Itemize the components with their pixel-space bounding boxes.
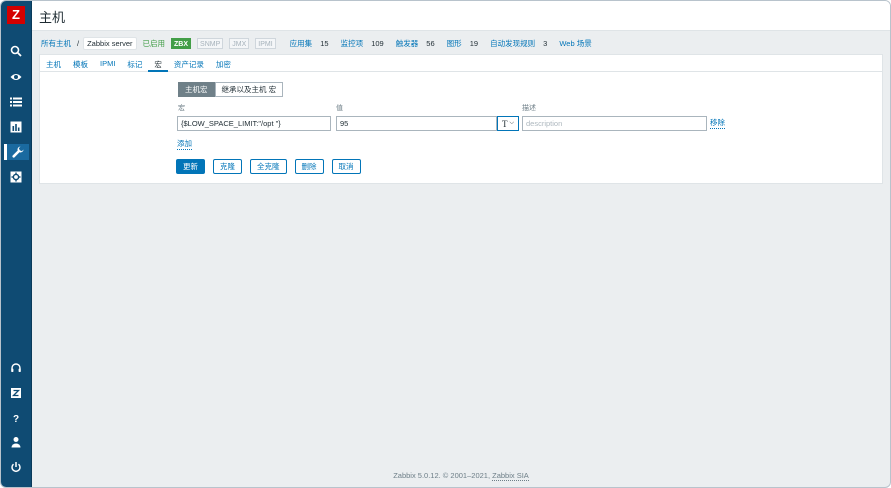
clone-button[interactable]: 克隆 <box>213 159 242 174</box>
headset-icon[interactable] <box>8 360 24 376</box>
snmp-badge: SNMP <box>197 38 224 49</box>
page-title: 主机 <box>39 10 66 25</box>
remove-macro-link[interactable]: 移除 <box>710 118 725 129</box>
full-clone-button[interactable]: 全克隆 <box>250 159 287 174</box>
zabbix-icon[interactable] <box>8 385 24 401</box>
add-macro-link[interactable]: 添加 <box>177 139 192 150</box>
gear-icon[interactable] <box>8 169 24 185</box>
zabbix-logo[interactable]: Z <box>7 6 25 24</box>
ipmi-badge: IPMI <box>255 38 276 49</box>
svg-text:?: ? <box>13 414 19 424</box>
macro-mode-toggle: 主机宏 继承以及主机 宏 <box>178 82 284 97</box>
macro-description-input[interactable]: description <box>522 116 707 131</box>
user-icon[interactable] <box>8 434 24 450</box>
zbx-badge: ZBX <box>171 38 192 49</box>
footer: Zabbix 5.0.12. © 2001–2021, Zabbix SIA <box>32 471 890 481</box>
chart-icon[interactable] <box>8 119 24 135</box>
nav-discovery-rules[interactable]: 自动发现规则 3 <box>490 38 553 49</box>
macro-column-label: 宏 <box>178 105 185 112</box>
breadcrumb-all-hosts[interactable]: 所有主机 <box>41 38 71 49</box>
macro-value-input[interactable]: 95 <box>336 116 497 131</box>
delete-button[interactable]: 删除 <box>294 159 324 174</box>
app-window: Z ? 主机 所有主机 / Zabbix server 已启用 ZBX SNMP… <box>0 0 891 488</box>
search-icon[interactable] <box>8 43 24 59</box>
tab-encryption[interactable]: 加密 <box>210 55 237 72</box>
inherited-macros-button[interactable]: 继承以及主机 宏 <box>214 82 284 97</box>
macro-name-input[interactable]: {$LOW_SPACE_LIMIT:"/opt "} <box>177 116 331 131</box>
breadcrumb-separator: / <box>77 39 80 48</box>
help-icon[interactable]: ? <box>8 410 24 426</box>
tab-inventory[interactable]: 资产记录 <box>168 55 210 72</box>
wrench-icon[interactable] <box>4 144 29 160</box>
nav-items[interactable]: 监控项 109 <box>341 38 390 49</box>
breadcrumb: 所有主机 / Zabbix server 已启用 ZBX SNMP JMX IP… <box>41 37 604 50</box>
tab-macros[interactable]: 宏 <box>148 55 168 72</box>
chevron-down-icon: ⌵ <box>509 120 515 126</box>
power-icon[interactable] <box>8 459 24 475</box>
tab-templates[interactable]: 模板 <box>67 55 94 72</box>
tab-ipmi[interactable]: IPMI <box>94 55 121 72</box>
availability-badges: ZBX SNMP JMX IPMI <box>171 38 282 49</box>
jmx-badge: JMX <box>229 38 250 49</box>
eye-icon[interactable] <box>8 69 24 85</box>
page-header: 主机 <box>32 1 890 31</box>
nav-graphs[interactable]: 图形 19 <box>447 38 484 49</box>
host-status[interactable]: 已启用 <box>143 38 166 49</box>
host-macros-button[interactable]: 主机宏 <box>178 82 215 97</box>
value-column-label: 值 <box>336 105 343 112</box>
text-type-icon: T <box>501 118 508 129</box>
sidebar: Z ? <box>1 1 32 487</box>
list-icon[interactable] <box>8 94 24 110</box>
tab-host[interactable]: 主机 <box>40 55 67 72</box>
tab-tags[interactable]: 标记 <box>121 55 148 72</box>
value-type-dropdown[interactable]: T ⌵ <box>497 116 519 131</box>
nav-applications[interactable]: 应用集 15 <box>290 38 335 49</box>
nav-triggers[interactable]: 触发器 56 <box>396 38 441 49</box>
breadcrumb-current-host[interactable]: Zabbix server <box>83 37 137 50</box>
footer-company-link[interactable]: Zabbix SIA <box>492 471 529 481</box>
cancel-button[interactable]: 取消 <box>331 159 361 174</box>
tab-bar: 主机 模板 IPMI 标记 宏 资产记录 加密 <box>40 55 882 72</box>
description-column-label: 描述 <box>522 105 536 112</box>
update-button[interactable]: 更新 <box>176 159 205 174</box>
form-actions: 更新 克隆 全克隆 删除 取消 <box>176 159 369 174</box>
host-form-panel: 主机 模板 IPMI 标记 宏 资产记录 加密 主机宏 继承以及主机 宏 宏 值… <box>39 54 883 184</box>
footer-copyright: Zabbix 5.0.12. © 2001–2021, <box>393 471 493 480</box>
nav-web-scenarios[interactable]: Web 场景 <box>559 38 597 49</box>
